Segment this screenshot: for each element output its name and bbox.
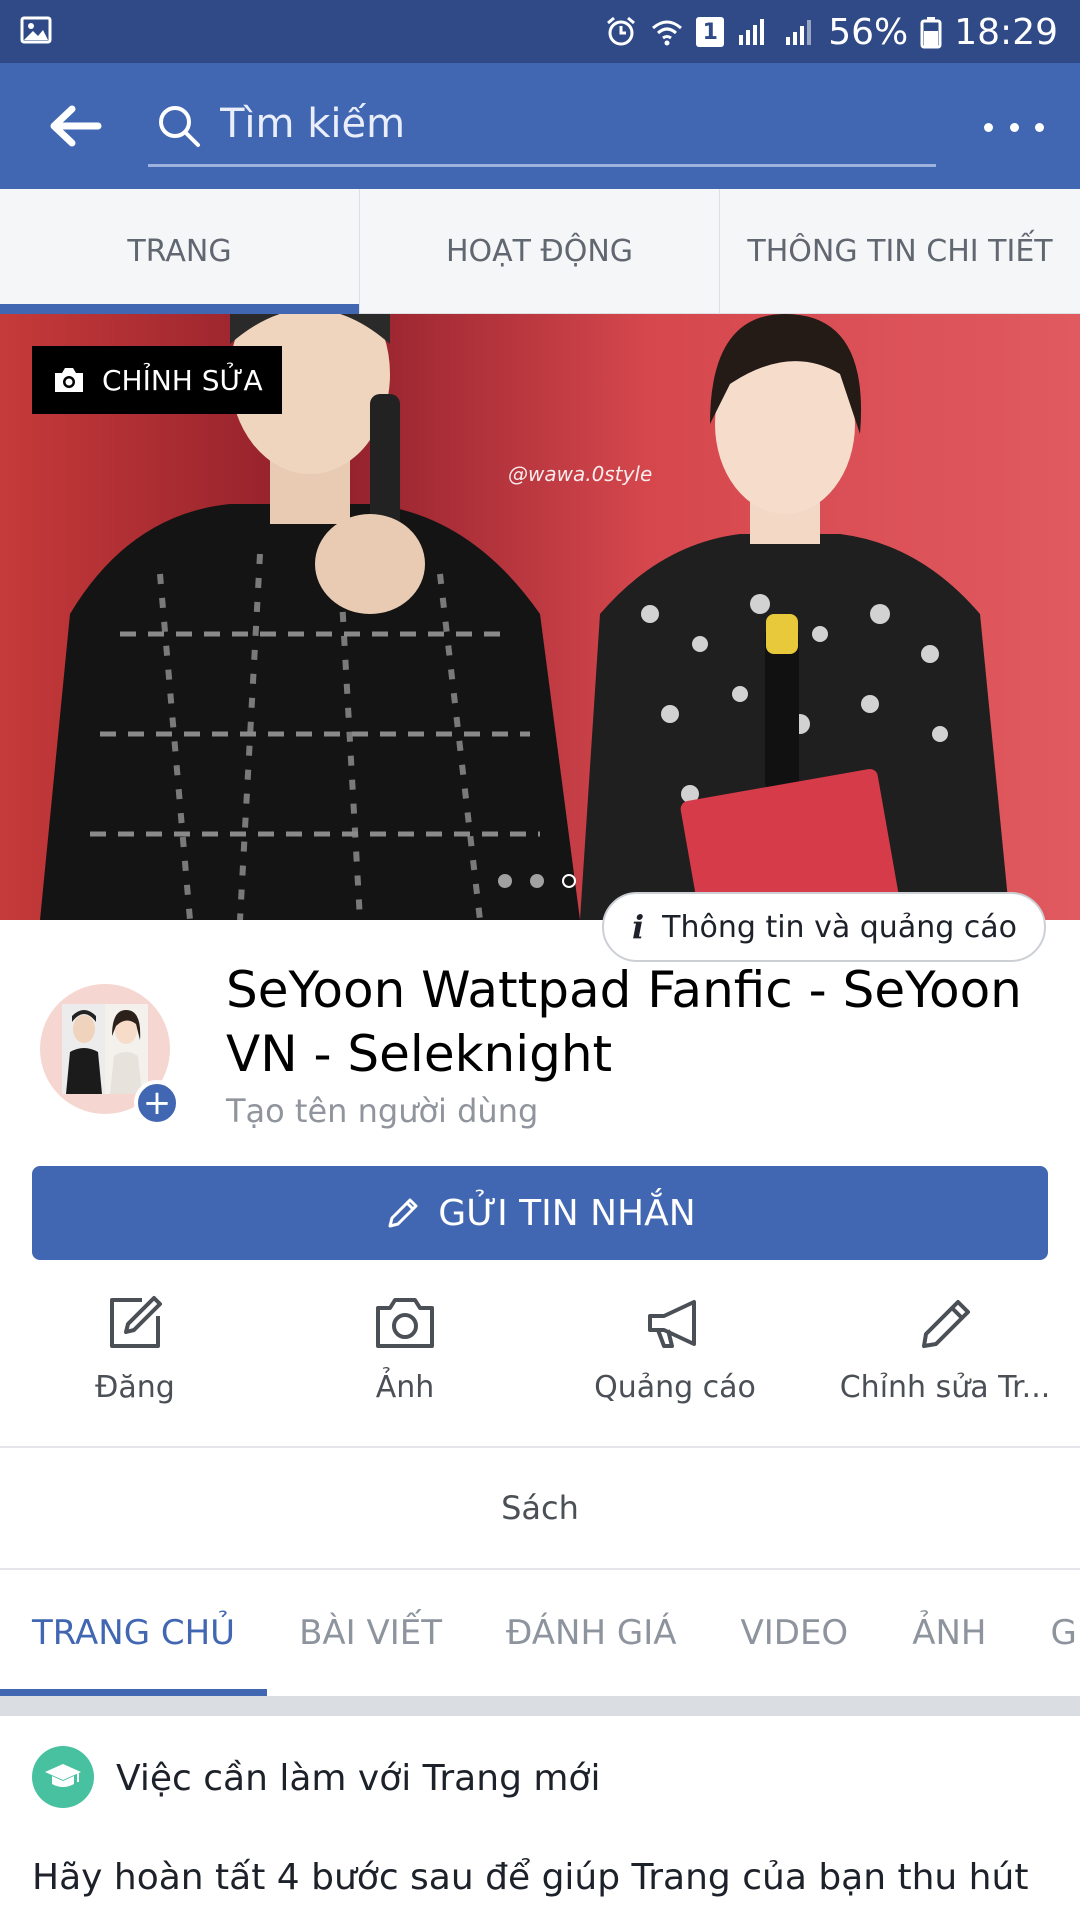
tab-thong-tin-chi-tiet[interactable]: THÔNG TIN CHI TIẾT <box>720 189 1080 314</box>
tab-trang[interactable]: TRANG <box>0 189 360 314</box>
info-and-ads-label: Thông tin và quảng cáo <box>662 909 1018 945</box>
search-header <box>0 63 1080 189</box>
info-icon: i <box>632 908 645 946</box>
todo-title: Việc cần làm với Trang mới <box>116 1758 601 1799</box>
pencil-icon <box>922 1300 970 1348</box>
content-tabs: TRANG CHỦ BÀI VIẾT ĐÁNH GIÁ VIDEO ẢNH G <box>0 1570 1080 1696</box>
action-post-label: Đăng <box>95 1370 175 1405</box>
status-bar: 1 56% 18:29 <box>0 0 1080 63</box>
edit-cover-label: CHỈNH SỬA <box>102 363 263 397</box>
cover-dot-active <box>562 874 576 888</box>
battery-icon <box>920 17 942 49</box>
cover-photo[interactable]: @wawa.0style CHỈNH SỬA <box>0 314 1080 920</box>
back-arrow-icon[interactable] <box>44 101 104 151</box>
todo-description: Hãy hoàn tất 4 bước sau để giúp Trang củ… <box>32 1857 1029 1898</box>
action-photo[interactable]: Ảnh <box>270 1290 540 1446</box>
cover-watermark: @wawa.0style <box>508 462 653 486</box>
image-icon <box>20 16 52 44</box>
tab-more-cut-off[interactable]: G <box>1018 1570 1080 1696</box>
battery-percent: 56% <box>828 11 909 53</box>
cover-pagination <box>498 874 576 888</box>
pencil-icon <box>388 1198 418 1228</box>
tab-reviews[interactable]: ĐÁNH GIÁ <box>474 1570 708 1696</box>
action-edit-page[interactable]: Chỉnh sửa Tr... <box>810 1290 1080 1446</box>
camera-icon <box>376 1298 434 1348</box>
action-ads[interactable]: Quảng cáo <box>540 1290 810 1446</box>
page-tabs: TRANG HOẠT ĐỘNG THÔNG TIN CHI TIẾT <box>0 189 1080 314</box>
page-actions: Đăng Ảnh Quảng cáo Chỉnh sửa Tr... <box>0 1290 1080 1446</box>
add-photo-button[interactable]: + <box>134 1080 180 1126</box>
compose-icon <box>110 1296 162 1348</box>
cover-dot <box>498 874 512 888</box>
tab-home[interactable]: TRANG CHỦ <box>0 1570 268 1696</box>
send-message-label: GỬI TIN NHẮN <box>438 1192 696 1234</box>
search-icon <box>159 106 200 147</box>
new-page-todo-card: Việc cần làm với Trang mới Hãy hoàn tất … <box>0 1716 1080 1920</box>
clock: 18:29 <box>954 11 1058 53</box>
more-options-icon[interactable] <box>984 107 1044 147</box>
tab-videos[interactable]: VIDEO <box>708 1570 880 1696</box>
camera-icon <box>55 368 83 392</box>
action-post[interactable]: Đăng <box>0 1290 270 1446</box>
cover-person-right <box>580 314 1010 920</box>
action-ads-label: Quảng cáo <box>594 1370 756 1405</box>
search-bar[interactable] <box>148 85 936 167</box>
graduation-cap-icon <box>32 1746 94 1808</box>
signal-icon <box>739 19 765 45</box>
signal-icon-2 <box>786 20 812 45</box>
create-username-link[interactable]: Tạo tên người dùng <box>226 1092 538 1130</box>
wifi-icon <box>652 20 683 46</box>
info-and-ads-button[interactable]: i Thông tin và quảng cáo <box>602 892 1046 962</box>
sim-badge: 1 <box>696 17 725 47</box>
search-input[interactable] <box>220 91 920 157</box>
tab-posts[interactable]: BÀI VIẾT <box>267 1570 474 1696</box>
cover-dot <box>530 874 544 888</box>
megaphone-icon <box>648 1300 696 1348</box>
action-edit-page-label: Chỉnh sửa Tr... <box>839 1370 1051 1405</box>
tab-hoat-dong[interactable]: HOẠT ĐỘNG <box>360 189 720 314</box>
tab-photos[interactable]: ẢNH <box>880 1570 1018 1696</box>
page-title: SeYoon Wattpad Fanfic - SeYoon VN - Sele… <box>226 961 1022 1083</box>
section-separator <box>0 1696 1080 1716</box>
alarm-icon <box>607 16 636 46</box>
send-message-button[interactable]: GỬI TIN NHẮN <box>32 1166 1048 1260</box>
action-photo-label: Ảnh <box>375 1370 435 1405</box>
edit-cover-button[interactable]: CHỈNH SỬA <box>32 346 282 414</box>
page-category[interactable]: Sách <box>0 1448 1080 1568</box>
